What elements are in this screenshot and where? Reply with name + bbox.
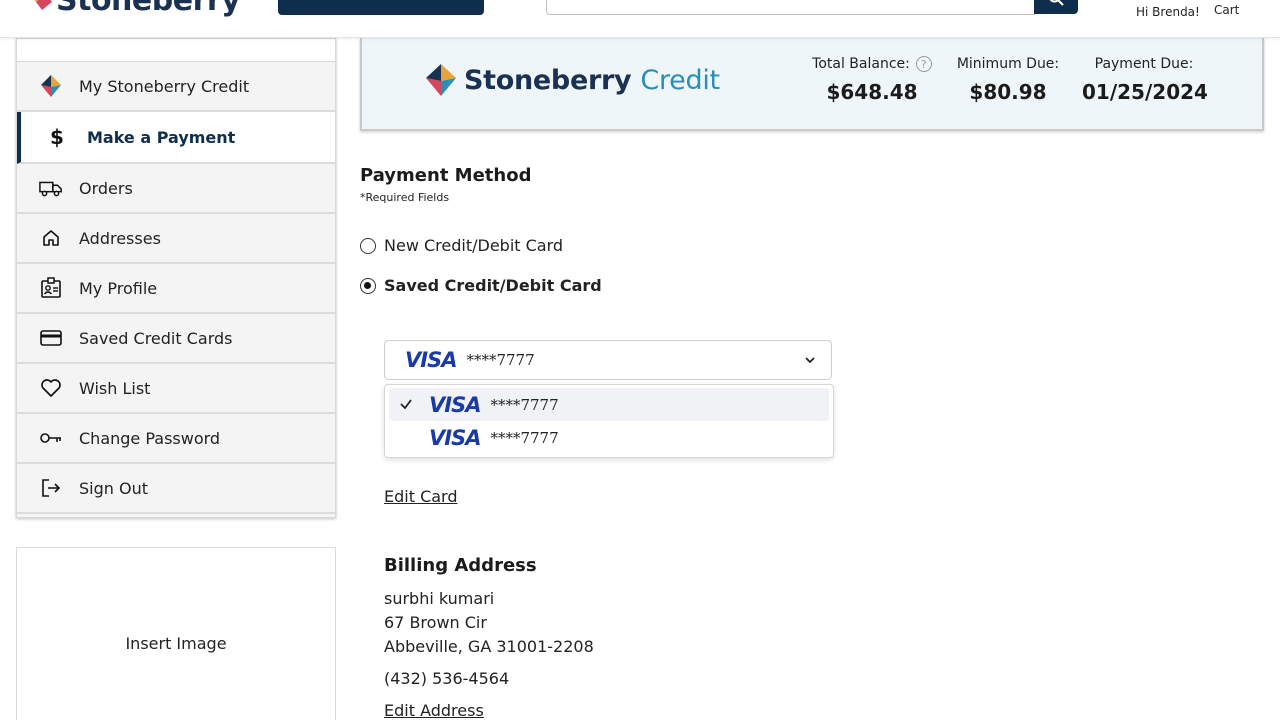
dropdown-option[interactable]: VISA ****7777 [389, 421, 829, 454]
sidebar-item-label: Orders [79, 178, 133, 198]
billing-city: Abbeville, GA 31001-2208 [384, 637, 594, 656]
dollar-icon: $ [45, 125, 69, 149]
minimum-due-value: $80.98 [969, 80, 1047, 104]
sidebar-item-saved-credit-cards[interactable]: Saved Credit Cards [17, 314, 335, 364]
radio-label: New Credit/Debit Card [384, 236, 564, 255]
site-header: Stoneberry Hi Brenda! Cart [0, 0, 1280, 38]
svg-text:$: $ [50, 125, 64, 149]
payment-due-value: 01/25/2024 [1082, 80, 1208, 104]
key-icon [39, 426, 63, 450]
greeting-link[interactable]: Hi Brenda! [1136, 5, 1200, 19]
required-fields-note: *Required Fields [360, 191, 450, 204]
card-number: ****7777 [490, 395, 559, 414]
radio-button-selected[interactable] [360, 277, 376, 294]
radio-button[interactable] [360, 237, 376, 254]
sidebar-item-label: Saved Credit Cards [79, 328, 233, 348]
sidebar-item-my-stoneberry-credit[interactable]: My Stoneberry Credit [17, 62, 335, 112]
home-icon [39, 226, 63, 250]
sidebar-header [17, 39, 335, 62]
insert-image-label: Insert Image [125, 634, 227, 653]
stoneberry-logo-icon [34, 0, 52, 10]
stoneberry-credit-logo: Stoneberry Credit [424, 62, 720, 98]
billing-phone: (432) 536-4564 [384, 669, 510, 688]
visa-logo-icon: VISA [429, 392, 481, 417]
sidebar-item-change-password[interactable]: Change Password [17, 414, 335, 464]
billing-name: surbhi kumari [384, 589, 495, 608]
header-nav-button[interactable] [278, 0, 484, 15]
radio-new-card[interactable]: New Credit/Debit Card [360, 236, 563, 255]
logo-text: Stoneberry [56, 0, 241, 18]
sidebar-item-my-profile[interactable]: My Profile [17, 264, 335, 314]
sidebar-item-label: Sign Out [79, 478, 148, 498]
stoneberry-logo-icon [39, 74, 63, 98]
edit-card-link[interactable]: Edit Card [384, 487, 458, 506]
sidebar-item-label: Addresses [79, 228, 161, 248]
sidebar-item-label: My Stoneberry Credit [79, 76, 250, 96]
help-icon[interactable]: ? [915, 56, 932, 72]
cart-link[interactable]: Cart [1214, 3, 1239, 17]
truck-icon [39, 176, 63, 200]
minimum-due-label: Minimum Due: [956, 56, 1060, 72]
sidebar-item-label: Wish List [79, 378, 151, 398]
heart-icon [39, 376, 63, 400]
selected-card-number: ****7777 [466, 351, 535, 369]
stoneberry-logo-icon [426, 64, 456, 96]
payment-due: Payment Due: 01/25/2024 [1082, 56, 1208, 104]
banner-brand: Stoneberry Credit [464, 64, 720, 96]
sign-out-icon [39, 476, 63, 500]
credit-card-icon [39, 326, 63, 350]
stoneberry-logo[interactable]: Stoneberry [26, 0, 241, 18]
radio-label: Saved Credit/Debit Card [384, 276, 602, 295]
total-balance-label: Total Balance: [812, 56, 910, 72]
visa-logo-icon: VISA [405, 348, 457, 372]
sidebar-item-wish-list[interactable]: Wish List [17, 364, 335, 414]
sidebar-item-label: Make a Payment [87, 127, 236, 147]
saved-card-select[interactable]: VISA ****7777 [384, 340, 832, 380]
sidebar-item-addresses[interactable]: Addresses [17, 214, 335, 264]
chevron-down-icon [805, 357, 815, 364]
total-balance: Total Balance:? $648.48 [812, 56, 932, 104]
payment-due-label: Payment Due: [1094, 56, 1194, 72]
account-sidebar: My Stoneberry Credit $ Make a Payment Or… [16, 38, 336, 518]
saved-card-dropdown: VISA ****7777 VISA ****7777 [384, 384, 834, 458]
credit-summary-banner: Stoneberry Credit Total Balance:? $648.4… [360, 38, 1264, 131]
sidebar-item-label: My Profile [79, 278, 158, 298]
card-number: ****7777 [490, 428, 559, 447]
sidebar-item-orders[interactable]: Orders [17, 164, 335, 214]
search-button[interactable] [1034, 0, 1078, 14]
sidebar-item-sign-out[interactable]: Sign Out [17, 464, 335, 514]
id-badge-icon [39, 276, 63, 300]
dropdown-option[interactable]: VISA ****7777 [389, 388, 829, 421]
search-icon [1049, 0, 1064, 6]
radio-saved-card[interactable]: Saved Credit/Debit Card [360, 276, 602, 295]
total-balance-value: $648.48 [826, 80, 918, 104]
search-input[interactable] [546, 0, 1035, 15]
payment-method-heading: Payment Method [360, 165, 532, 186]
sidebar-item-make-a-payment[interactable]: $ Make a Payment [17, 112, 335, 164]
visa-logo-icon: VISA [429, 425, 481, 450]
minimum-due: Minimum Due: $80.98 [952, 56, 1064, 104]
billing-address-heading: Billing Address [384, 555, 537, 576]
insert-image-placeholder: Insert Image [16, 547, 336, 720]
billing-street: 67 Brown Cir [384, 613, 487, 632]
check-icon [400, 399, 412, 410]
sidebar-item-label: Change Password [79, 428, 221, 448]
edit-address-link[interactable]: Edit Address [384, 701, 484, 720]
